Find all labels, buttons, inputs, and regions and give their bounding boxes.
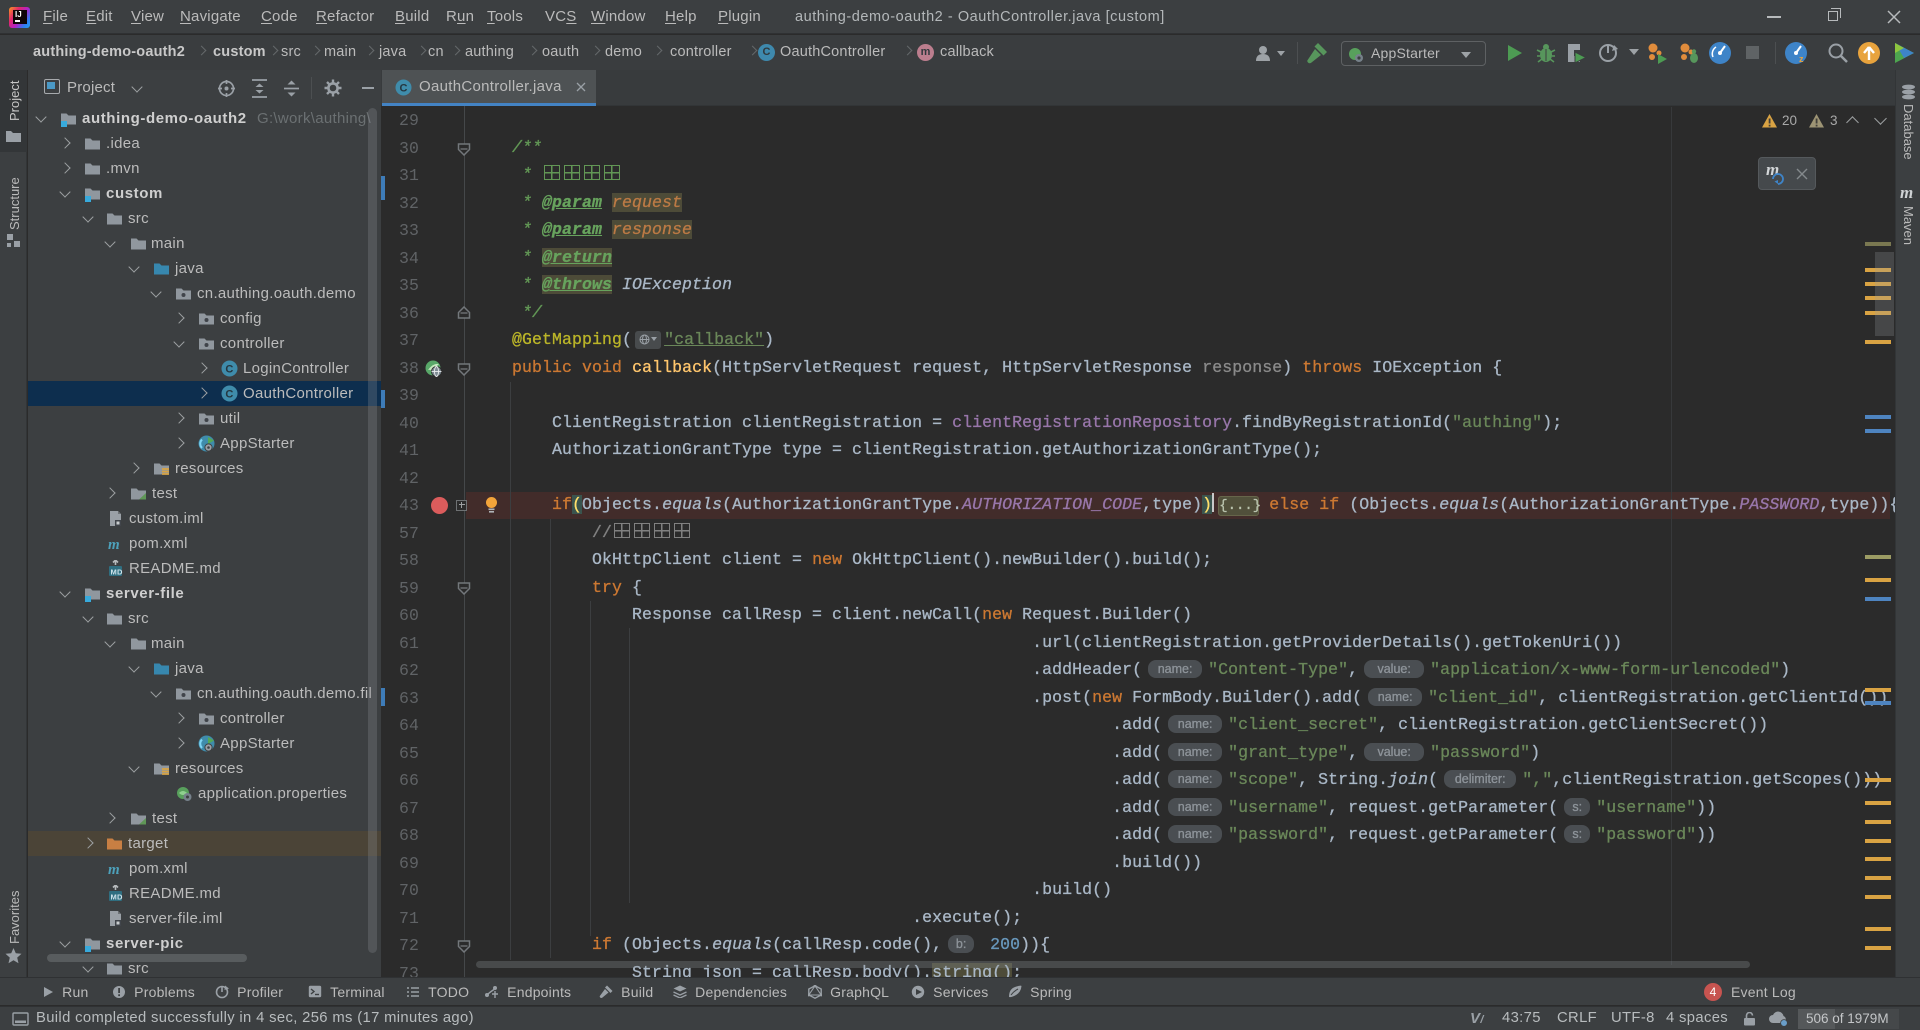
svg-text:z: z <box>1799 54 1804 64</box>
